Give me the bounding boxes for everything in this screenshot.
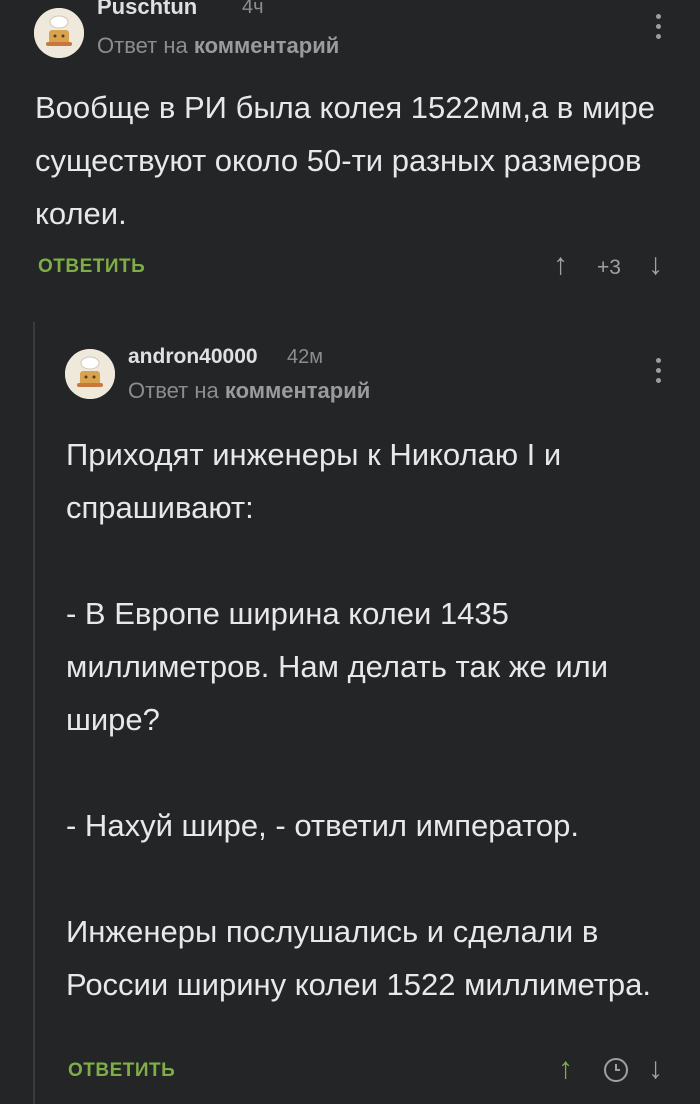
comment-paragraph: Инженеры послушались и сделали в России …	[66, 914, 652, 1002]
comment-paragraph: Приходят инженеры к Николаю I и спрашива…	[66, 437, 562, 525]
comment: andron40000 42м Ответ на комментарий При…	[0, 322, 700, 1104]
comment-time: 4ч	[242, 0, 264, 18]
comment-paragraph: - Нахуй шире, - ответил император.	[66, 808, 580, 843]
chef-avatar-icon	[34, 8, 84, 58]
more-menu-icon[interactable]	[654, 358, 662, 390]
reply-to-prefix: Ответ на	[128, 378, 219, 403]
comment-body: Приходят инженеры к Николаю I и спрашива…	[66, 428, 666, 1011]
more-menu-icon[interactable]	[654, 14, 662, 46]
comment: Puschtun 4ч Ответ на комментарий Вообще …	[0, 0, 700, 300]
rating-score: +3	[597, 256, 621, 279]
reply-button[interactable]: ОТВЕТИТЬ	[68, 1060, 175, 1082]
reply-button[interactable]: ОТВЕТИТЬ	[38, 256, 145, 278]
reply-to-prefix: Ответ на	[97, 33, 188, 58]
chef-avatar-icon	[65, 349, 115, 399]
reply-to: Ответ на комментарий	[128, 378, 370, 404]
comment-paragraph: Вообще в РИ была колея 1522мм,а в мире с…	[35, 90, 655, 231]
comment-time: 42м	[287, 346, 323, 368]
avatar[interactable]	[65, 349, 115, 399]
reply-to-link[interactable]: комментарий	[225, 378, 370, 403]
reply-to-link[interactable]: комментарий	[194, 33, 339, 58]
reply-to: Ответ на комментарий	[97, 33, 339, 59]
author-name[interactable]: andron40000	[128, 345, 258, 369]
comment-paragraph: - В Европе ширина колеи 1435 миллиметров…	[66, 596, 609, 737]
avatar[interactable]	[34, 8, 84, 58]
downvote-icon[interactable]: ↓	[648, 1054, 663, 1084]
upvote-icon[interactable]: ↑	[553, 250, 568, 280]
author-name[interactable]: Puschtun	[97, 0, 197, 20]
upvote-icon[interactable]: ↑	[558, 1054, 573, 1084]
downvote-icon[interactable]: ↓	[648, 250, 663, 280]
comment-body: Вообще в РИ была колея 1522мм,а в мире с…	[35, 81, 675, 240]
clock-icon	[604, 1058, 628, 1082]
